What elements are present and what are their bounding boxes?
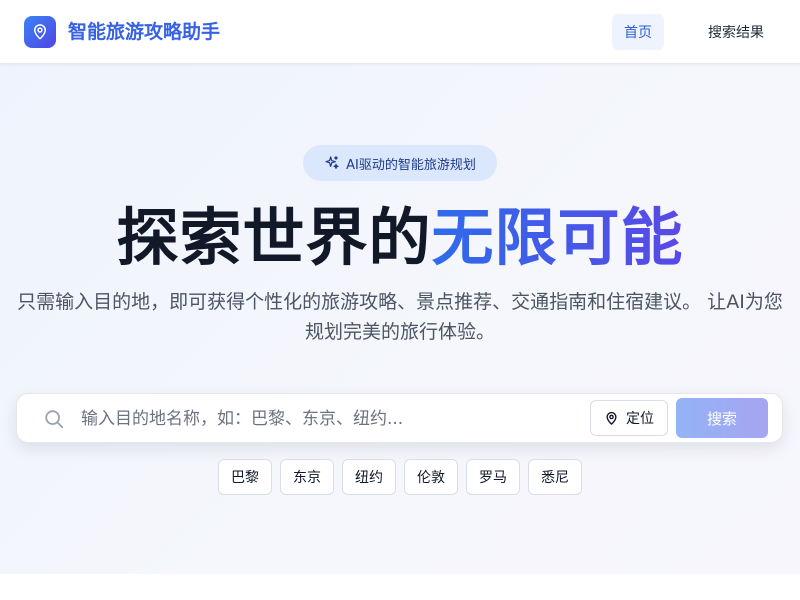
- hero-headline-main: 探索世界的: [116, 201, 432, 274]
- suggestion-chip-london[interactable]: 伦敦: [404, 459, 458, 495]
- suggestion-chip-new-york[interactable]: 纽约: [342, 459, 396, 495]
- suggestion-chip-sydney[interactable]: 悉尼: [528, 459, 582, 495]
- brand-title[interactable]: 智能旅游攻略助手: [68, 19, 220, 45]
- nav-search-results[interactable]: 搜索结果: [696, 14, 776, 50]
- locate-button-label: 定位: [626, 411, 654, 427]
- locate-button[interactable]: 定位: [590, 400, 668, 436]
- hero-headline: 探索世界的无限可能: [0, 200, 800, 276]
- sparkles-icon: [325, 156, 339, 169]
- destination-search-input[interactable]: [81, 406, 581, 432]
- top-header: 智能旅游攻略助手 首页 搜索结果: [0, 0, 800, 64]
- map-pin-icon: [34, 24, 46, 40]
- search-submit-button[interactable]: 搜索: [676, 398, 768, 438]
- hero-subtitle: 只需输入目的地，即可获得个性化的旅游攻略、景点推荐、交通指南和住宿建议。 让AI…: [17, 291, 783, 343]
- logo[interactable]: [24, 16, 56, 48]
- map-pin-icon: [606, 411, 617, 425]
- ai-badge-label: AI驱动的智能旅游规划: [346, 157, 476, 173]
- ai-badge: AI驱动的智能旅游规划: [303, 145, 497, 181]
- suggestion-chip-paris[interactable]: 巴黎: [218, 459, 272, 495]
- suggestion-chip-rome[interactable]: 罗马: [466, 459, 520, 495]
- search-icon: [43, 408, 65, 430]
- suggestion-chips: 巴黎 东京 纽约 伦敦 罗马 悉尼: [218, 459, 582, 495]
- search-bar: 定位 搜索: [16, 393, 783, 443]
- nav-home[interactable]: 首页: [612, 14, 664, 50]
- hero-headline-accent: 无限可能: [431, 201, 684, 274]
- suggestion-chip-tokyo[interactable]: 东京: [280, 459, 334, 495]
